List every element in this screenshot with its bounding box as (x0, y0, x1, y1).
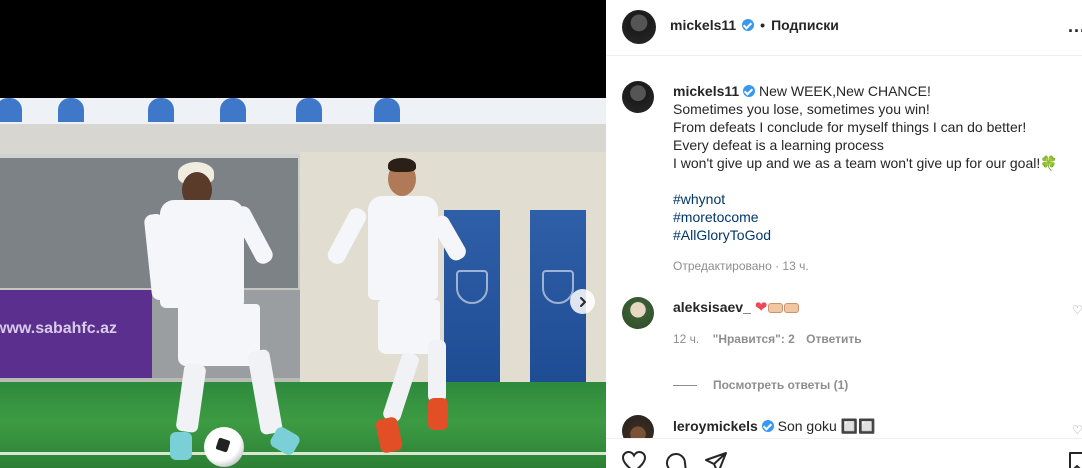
comment-like-icon[interactable]: ♡ (1072, 303, 1082, 317)
next-photo-button[interactable] (570, 289, 595, 314)
comment-time: 12 ч. (673, 332, 700, 346)
comment-username[interactable]: aleksisaev_ (673, 299, 751, 315)
caption-line-2: Sometimes you lose, sometimes you win! (673, 101, 930, 117)
verified-icon (742, 19, 755, 31)
view-replies-button[interactable]: Посмотреть ответы (1) (673, 378, 848, 392)
comment-text: Son goku 🔲🔲 (777, 418, 876, 434)
caption-line-5: I won't give up and we as a team won't g… (673, 155, 1058, 171)
comment-1: aleksisaev_ ❤ (673, 298, 800, 316)
ad-board-text: www.sabahfc.az (0, 320, 117, 337)
caption-line-1: New WEEK,New CHANCE! (758, 83, 931, 99)
caption-line-3: From defeats I conclude for myself thing… (673, 119, 1027, 135)
comment-meta: 12 ч. "Нравится": 2 Ответить (673, 332, 862, 346)
comment-likes[interactable]: "Нравится": 2 (713, 332, 795, 346)
football (204, 427, 244, 467)
verified-icon (761, 420, 774, 432)
verified-icon (743, 85, 756, 97)
caption: mickels11 New WEEK,New CHANCE! Sometimes… (673, 82, 1073, 244)
comment-username[interactable]: leroymickels (673, 418, 758, 434)
post-media: www.sabahfc.az (0, 0, 606, 468)
caption-username[interactable]: mickels11 (673, 83, 739, 99)
replies-divider (673, 384, 697, 386)
hashtag-whynot[interactable]: #whynot (673, 190, 1073, 208)
comment-icon[interactable] (664, 451, 688, 468)
comments-list[interactable]: mickels11 New WEEK,New CHANCE! Sometimes… (606, 57, 1082, 438)
comment-like-icon[interactable]: ♡ (1072, 423, 1082, 437)
more-icon[interactable]: ... (1068, 16, 1082, 37)
hashtag-allglorytogod[interactable]: #AllGloryToGod (673, 226, 1073, 244)
football-pitch (0, 382, 606, 468)
post-photo: www.sabahfc.az (0, 98, 606, 468)
ad-board: www.sabahfc.az (0, 290, 152, 378)
heart-icon[interactable] (622, 451, 646, 468)
author-username[interactable]: mickels11 (670, 17, 736, 33)
post-side-panel: mickels11 • Подписки ... mickels11 New W… (606, 0, 1082, 468)
chevron-right-icon (579, 296, 586, 307)
bookmark-icon[interactable] (1068, 451, 1082, 468)
view-replies-label: Посмотреть ответы (1) (713, 378, 849, 392)
commenter-avatar[interactable] (622, 415, 654, 438)
caption-avatar[interactable] (622, 81, 654, 113)
commenter-avatar[interactable] (622, 297, 654, 329)
caption-line-4: Every defeat is a learning process (673, 137, 884, 153)
caption-edited: Отредактировано · 13 ч. (673, 259, 809, 273)
comment-2: leroymickels Son goku 🔲🔲 (673, 418, 876, 435)
separator-dot: • (760, 17, 766, 33)
share-icon[interactable] (704, 451, 728, 468)
author-avatar[interactable] (622, 10, 656, 44)
fist-emoji (768, 303, 784, 313)
following-button[interactable]: Подписки (771, 17, 839, 33)
post-header: mickels11 • Подписки ... (606, 0, 1082, 56)
stadium-stands (0, 98, 606, 124)
post-actions (606, 438, 1082, 468)
hashtag-moretocome[interactable]: #moretocome (673, 208, 1073, 226)
stadium-wall (300, 152, 606, 390)
heart-emoji: ❤ (754, 299, 768, 316)
fist-emoji (784, 303, 800, 313)
reply-button[interactable]: Ответить (806, 332, 861, 346)
